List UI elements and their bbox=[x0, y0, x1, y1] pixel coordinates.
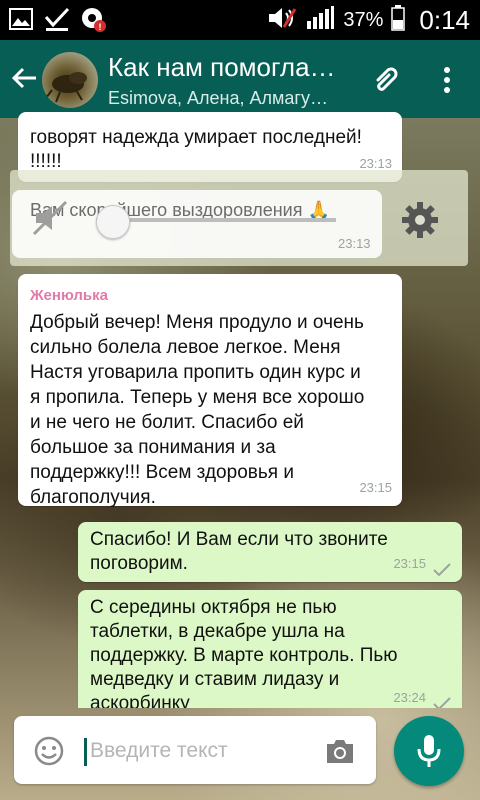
text-cursor bbox=[84, 738, 87, 766]
delivered-check-icon bbox=[433, 697, 451, 708]
message-time: 23:24 bbox=[393, 690, 426, 705]
camera-icon bbox=[327, 740, 353, 763]
message-input[interactable]: Введите текст bbox=[90, 739, 228, 763]
voice-record-button[interactable] bbox=[394, 716, 464, 786]
message-text: С середины октября не пью таблетки, в де… bbox=[90, 597, 398, 708]
emoji-button[interactable] bbox=[32, 734, 66, 768]
mic-icon bbox=[417, 735, 441, 767]
camera-button[interactable] bbox=[322, 734, 358, 768]
message-clip: С середины октября не пью таблетки, в де… bbox=[0, 0, 480, 708]
emoji-icon bbox=[34, 736, 64, 766]
message-bubble-outgoing[interactable]: С середины октября не пью таблетки, в де… bbox=[78, 590, 462, 708]
